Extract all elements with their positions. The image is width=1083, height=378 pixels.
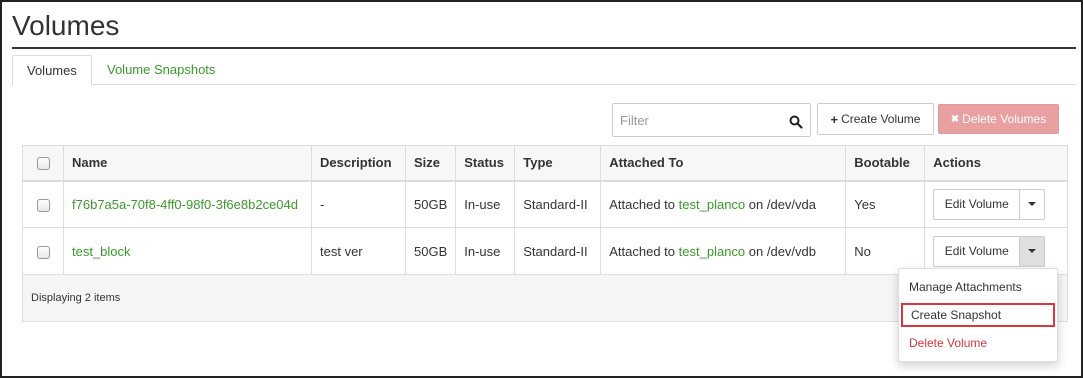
actions-dropdown-toggle[interactable] [1020, 190, 1044, 219]
type-cell: Standard-II [514, 180, 602, 228]
chevron-down-icon [1028, 249, 1037, 253]
select-all-checkbox[interactable] [36, 157, 50, 171]
column-header-description[interactable]: Description [311, 145, 406, 182]
column-header-actions: Actions [924, 145, 1068, 182]
table-header-row: Name Description Size Status Type Attach… [22, 145, 1068, 182]
size-cell: 50GB [404, 180, 457, 228]
size-cell: 50GB [404, 227, 457, 275]
tab-bar: Volumes Volume Snapshots [12, 55, 1076, 86]
edit-volume-button[interactable]: Edit Volume [934, 189, 1021, 219]
delete-volumes-button[interactable]: ✖ Delete Volumes [938, 104, 1059, 134]
title-divider [12, 47, 1076, 49]
actions-dropdown-toggle[interactable] [1020, 236, 1045, 266]
column-header-name[interactable]: Name [63, 145, 312, 182]
name-cell: test_block [63, 227, 312, 275]
name-cell: f76b7a5a-70f8-4ff0-98f0-3f6e8b2ce04d [63, 180, 312, 228]
select-all-cell [22, 145, 64, 182]
filter-input[interactable] [613, 104, 783, 136]
description-cell: test ver [311, 227, 406, 275]
row-actions: Edit Volume [933, 235, 1046, 267]
search-icon[interactable] [789, 115, 803, 129]
row-checkbox[interactable] [36, 245, 50, 259]
row-actions: Edit Volume [933, 188, 1046, 220]
create-volume-label: Create Volume [841, 112, 921, 126]
menu-item-manage-attachments[interactable]: Manage Attachments [899, 275, 1057, 299]
column-header-status[interactable]: Status [455, 145, 516, 182]
plus-icon: + [830, 111, 839, 127]
attached-prefix: Attached to [609, 196, 676, 212]
column-header-type[interactable]: Type [514, 145, 602, 182]
description-cell: - [311, 180, 406, 228]
instance-link[interactable]: test_planco [679, 244, 746, 259]
row-checkbox[interactable] [36, 198, 50, 212]
edit-volume-button[interactable]: Edit Volume [934, 236, 1021, 266]
volume-name-link[interactable]: test_block [72, 244, 131, 259]
create-volume-button[interactable]: + Create Volume [817, 103, 934, 135]
column-header-size[interactable]: Size [404, 145, 457, 182]
column-header-attached-to[interactable]: Attached To [600, 145, 847, 182]
actions-cell: Edit Volume [924, 180, 1068, 228]
row-actions-dropdown-menu: Manage Attachments Create Snapshot Delet… [898, 268, 1058, 362]
bootable-cell: Yes [845, 180, 926, 228]
close-icon: ✖ [950, 113, 960, 125]
attached-to-cell: Attached to test_planco on /dev/vdb [600, 227, 847, 275]
column-header-bootable[interactable]: Bootable [845, 145, 926, 182]
chevron-down-icon [1028, 202, 1037, 207]
menu-item-delete-volume[interactable]: Delete Volume [899, 331, 1057, 355]
row-select-cell [22, 180, 64, 228]
menu-item-create-snapshot[interactable]: Create Snapshot [901, 303, 1055, 327]
page-title: Volumes [12, 10, 120, 41]
attached-suffix: on /dev/vda [748, 196, 816, 212]
volume-name-link[interactable]: f76b7a5a-70f8-4ff0-98f0-3f6e8b2ce04d [72, 197, 298, 212]
attached-suffix: on /dev/vdb [748, 243, 816, 259]
filter-box [612, 103, 811, 137]
tab-volume-snapshots[interactable]: Volume Snapshots [93, 55, 229, 86]
tab-volumes[interactable]: Volumes [12, 55, 92, 86]
row-select-cell [22, 227, 64, 275]
attached-to-cell: Attached to test_planco on /dev/vda [600, 180, 847, 228]
type-cell: Standard-II [514, 227, 602, 275]
instance-link[interactable]: test_planco [679, 197, 746, 212]
attached-prefix: Attached to [609, 243, 676, 259]
table-row: f76b7a5a-70f8-4ff0-98f0-3f6e8b2ce04d - 5… [22, 180, 1068, 228]
delete-volumes-label: Delete Volumes [962, 112, 1047, 126]
status-cell: In-use [455, 180, 516, 228]
status-cell: In-use [455, 227, 516, 275]
